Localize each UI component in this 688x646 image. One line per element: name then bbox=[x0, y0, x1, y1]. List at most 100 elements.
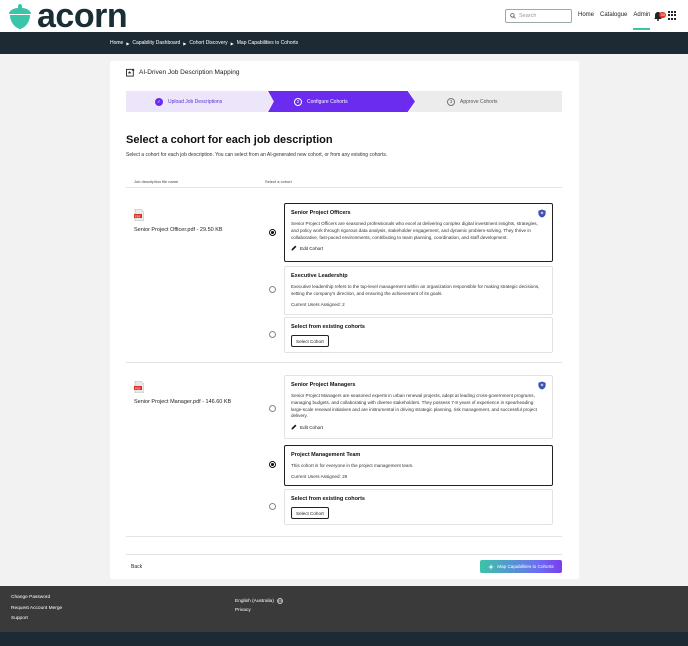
divider bbox=[126, 362, 562, 363]
cohort-option-ai[interactable]: Senior Project Managers Senior Project M… bbox=[284, 375, 553, 439]
ai-shield-icon bbox=[538, 381, 546, 390]
search-icon bbox=[510, 13, 516, 19]
main-nav: Home Catalogue Admin bbox=[578, 12, 651, 30]
footer-support[interactable]: Support bbox=[11, 616, 62, 621]
ai-document-icon bbox=[126, 68, 135, 77]
step-approve-cohorts[interactable]: 3 Approve Cohorts bbox=[409, 91, 562, 112]
mapping-card: AI-Driven Job Description Mapping ✓ Uplo… bbox=[110, 61, 579, 579]
acorn-logo[interactable]: acorn bbox=[7, 0, 128, 35]
progress-stepper: ✓ Upload Job Descriptions 2 Configure Co… bbox=[126, 91, 562, 112]
ai-shield-icon bbox=[538, 209, 546, 218]
cohort-description: This cohort is for everyone in the proje… bbox=[291, 463, 414, 468]
cohort-title: Project Management Team bbox=[291, 452, 361, 458]
language-label: English (Australia) bbox=[235, 598, 274, 604]
edit-cohort-label: Edit Cohort bbox=[300, 245, 323, 251]
chevron-right-icon: ▶ bbox=[183, 40, 187, 46]
breadcrumb-home[interactable]: Home bbox=[110, 40, 123, 46]
bottom-bar bbox=[0, 632, 688, 646]
top-header: acorn Home Catalogue Admin 30 bbox=[0, 0, 688, 35]
step-number: 2 bbox=[294, 97, 302, 106]
footer-change-password[interactable]: Change Password bbox=[11, 595, 62, 600]
job-file-name: Senior Project Officer.pdf - 29.50 KB bbox=[134, 227, 223, 233]
footer-links: Change Password Request Account Merge Su… bbox=[11, 595, 62, 621]
select-cohort-button[interactable]: Select Cohort bbox=[291, 335, 329, 347]
acorn-icon bbox=[9, 4, 31, 29]
cohort-title: Select from existing cohorts bbox=[291, 324, 365, 330]
page-subheading: Select a cohort for each job description… bbox=[126, 152, 388, 158]
cohort-user-count: Current Users Assigned: 29 bbox=[291, 473, 348, 479]
cohort-option-existing[interactable]: Executive Leadership Executive leadershi… bbox=[284, 266, 553, 315]
search-box[interactable] bbox=[505, 9, 572, 23]
card-title: AI-Driven Job Description Mapping bbox=[126, 68, 239, 77]
globe-icon bbox=[277, 598, 283, 604]
step-label: Configure Cohorts bbox=[307, 98, 348, 105]
search-input[interactable] bbox=[519, 13, 569, 19]
cohort-description: Executive leadership refers to the top-l… bbox=[291, 284, 540, 296]
step-label: Upload Job Descriptions bbox=[168, 98, 223, 105]
back-button[interactable]: Back bbox=[131, 564, 142, 570]
cohort-radio[interactable] bbox=[269, 503, 276, 510]
cohort-option-select-existing[interactable]: Select from existing cohorts Select Coho… bbox=[284, 317, 553, 353]
notification-badge: 30 bbox=[659, 12, 667, 18]
edit-cohort-button[interactable]: Edit Cohort bbox=[291, 245, 546, 251]
edit-cohort-button[interactable]: Edit Cohort bbox=[291, 424, 546, 430]
sparkle-icon bbox=[488, 563, 495, 570]
divider bbox=[126, 554, 562, 555]
cohort-radio-selected[interactable] bbox=[269, 229, 276, 236]
step-number: 3 bbox=[447, 97, 455, 106]
breadcrumb-cohort-discovery[interactable]: Cohort Discovery bbox=[189, 40, 227, 46]
apps-grid-icon[interactable] bbox=[668, 11, 677, 20]
cohort-description: Senior Project Managers are seasoned exp… bbox=[291, 393, 537, 419]
cohort-radio-selected[interactable] bbox=[269, 461, 276, 468]
cohort-title: Senior Project Officers bbox=[291, 210, 351, 216]
card-title-text: AI-Driven Job Description Mapping bbox=[139, 69, 240, 76]
job-file-row: PDF Senior Project Manager.pdf - 146.60 … bbox=[134, 381, 231, 405]
cohort-title: Senior Project Managers bbox=[291, 382, 356, 388]
chevron-right-icon: ▶ bbox=[126, 40, 130, 46]
cohort-option-select-existing[interactable]: Select from existing cohorts Select Coho… bbox=[284, 489, 553, 525]
edit-cohort-label: Edit Cohort bbox=[300, 424, 323, 430]
cohort-option-ai[interactable]: Senior Project Officers Senior Project O… bbox=[284, 203, 553, 262]
column-header-cohort: Select a cohort bbox=[265, 179, 292, 184]
check-icon: ✓ bbox=[155, 97, 163, 106]
cohort-user-count: Current Users Assigned: 2 bbox=[291, 301, 345, 307]
select-cohort-button[interactable]: Select Cohort bbox=[291, 507, 329, 519]
step-label: Approve Cohorts bbox=[460, 98, 498, 105]
svg-text:PDF: PDF bbox=[135, 386, 141, 390]
nav-catalogue[interactable]: Catalogue bbox=[600, 12, 627, 30]
nav-admin[interactable]: Admin bbox=[633, 12, 651, 30]
cohort-title: Select from existing cohorts bbox=[291, 496, 365, 502]
step-upload-job-descriptions[interactable]: ✓ Upload Job Descriptions bbox=[126, 91, 274, 112]
nav-home[interactable]: Home bbox=[578, 12, 594, 30]
breadcrumb-capability-dashboard[interactable]: Capability Dashboard bbox=[132, 40, 180, 46]
breadcrumb: Home ▶ Capability Dashboard ▶ Cohort Dis… bbox=[110, 40, 298, 46]
cohort-title: Executive Leadership bbox=[291, 273, 348, 279]
pdf-file-icon: PDF bbox=[134, 209, 144, 221]
job-file-name: Senior Project Manager.pdf - 146.60 KB bbox=[134, 399, 232, 405]
logo-text: acorn bbox=[37, 0, 128, 35]
footer-privacy[interactable]: Privacy bbox=[235, 608, 251, 613]
footer-request-account-merge[interactable]: Request Account Merge bbox=[11, 606, 62, 611]
map-capabilities-button[interactable]: Map Capabilities to Cohorts bbox=[480, 560, 562, 573]
map-capabilities-label: Map Capabilities to Cohorts bbox=[497, 564, 554, 569]
pdf-file-icon: PDF bbox=[134, 381, 144, 393]
cohort-description: Senior Project Officers are seasoned pro… bbox=[291, 221, 538, 240]
cohort-radio[interactable] bbox=[269, 331, 276, 338]
svg-text:PDF: PDF bbox=[135, 214, 141, 218]
language-selector[interactable]: English (Australia) bbox=[235, 598, 283, 604]
cohort-option-existing[interactable]: Project Management Team This cohort is f… bbox=[284, 445, 553, 486]
site-footer: Change Password Request Account Merge Su… bbox=[0, 586, 688, 632]
pencil-icon bbox=[291, 245, 297, 251]
job-file-row: PDF Senior Project Officer.pdf - 29.50 K… bbox=[134, 209, 223, 233]
breadcrumb-bar: Home ▶ Capability Dashboard ▶ Cohort Dis… bbox=[0, 32, 688, 54]
breadcrumb-current: Map Capabilities to Cohorts bbox=[236, 40, 299, 46]
step-configure-cohorts[interactable]: 2 Configure Cohorts bbox=[268, 91, 415, 112]
cohort-radio[interactable] bbox=[269, 405, 276, 412]
divider bbox=[126, 187, 562, 188]
cohort-radio[interactable] bbox=[269, 286, 276, 293]
divider bbox=[126, 536, 562, 537]
chevron-right-icon: ▶ bbox=[230, 40, 234, 46]
page-heading: Select a cohort for each job description bbox=[126, 134, 333, 146]
column-header-file: Job description file name bbox=[134, 179, 179, 184]
pencil-icon bbox=[291, 424, 297, 430]
